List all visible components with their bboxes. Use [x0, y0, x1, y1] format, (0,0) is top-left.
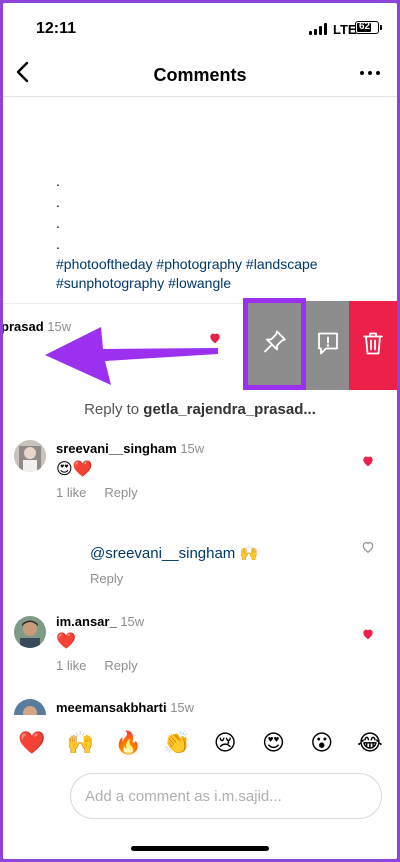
trash-icon — [360, 330, 386, 361]
like-count[interactable]: 1 like — [56, 658, 86, 673]
comment-text: 😍❤️ — [56, 461, 93, 478]
battery-level: 62 — [359, 21, 371, 32]
heart-outline-icon[interactable] — [361, 540, 375, 554]
emoji-clap[interactable]: 👏 — [160, 729, 194, 759]
comment-meta: 1 like Reply — [56, 485, 156, 500]
battery-icon: 62 — [355, 21, 382, 34]
comment-meta: Reply — [90, 571, 141, 586]
caption-dot: . — [56, 215, 60, 231]
more-horizontal-icon[interactable] — [357, 61, 383, 85]
emoji-fire[interactable]: 🔥 — [112, 729, 146, 759]
like-count[interactable]: 1 like — [56, 485, 86, 500]
avatar[interactable] — [14, 440, 46, 472]
report-comment-button[interactable] — [306, 301, 349, 390]
post-caption: . . . . #photooftheday #photography #lan… — [56, 171, 376, 293]
caption-dots: . . . . — [56, 171, 376, 255]
header: Comments — [3, 47, 397, 97]
avatar[interactable] — [14, 616, 46, 648]
swipe-arrow-icon — [45, 327, 218, 385]
pin-comment-button[interactable] — [243, 298, 306, 390]
emoji-heart[interactable]: ❤️ — [15, 729, 49, 759]
home-indicator — [131, 846, 269, 851]
caption-dot: . — [56, 194, 60, 210]
comment-username[interactable]: im.ansar_ 15w — [56, 614, 144, 629]
delete-comment-button[interactable] — [349, 301, 397, 390]
page-title: Comments — [153, 65, 247, 85]
heart-icon[interactable] — [361, 454, 375, 468]
comment-meta: 1 like Reply — [56, 658, 156, 673]
heart-icon[interactable] — [361, 627, 375, 641]
comment-time: 15w — [120, 614, 145, 629]
emoji-surprised[interactable]: 😮 — [305, 729, 339, 759]
report-icon — [315, 330, 341, 361]
reply-to-link[interactable]: Reply to getla_rajendra_prasad... — [3, 401, 397, 418]
mention-comment[interactable]: @sreevani__singham 🙌 — [90, 544, 258, 562]
emoji-heart-eyes[interactable]: 😍 — [256, 729, 290, 759]
hashtags-line[interactable]: #photooftheday #photography #landscape — [56, 255, 376, 274]
reply-button[interactable]: Reply — [90, 571, 123, 586]
comment-time: 15w — [170, 700, 195, 715]
comment-time: 15w — [180, 441, 205, 456]
comment-username[interactable]: sreevani__singham 15w — [56, 441, 204, 456]
hashtags-line[interactable]: #sunphotography #lowangle — [56, 274, 376, 293]
reply-to-username: getla_rajendra_prasad... — [143, 401, 316, 418]
emoji-laughing[interactable]: 😂 — [353, 729, 387, 759]
emoji-crying[interactable]: 😢 — [208, 729, 242, 759]
pin-icon — [262, 329, 288, 360]
comments-screen: 12:11 LTE 62 Comments . . . . #photoofth… — [3, 3, 397, 859]
status-time: 12:11 — [36, 20, 77, 37]
avatar[interactable] — [14, 699, 46, 715]
reply-button[interactable]: Reply — [104, 485, 137, 500]
caption-dot: . — [56, 236, 60, 252]
comment-username[interactable]: meemansakbharti 15w — [56, 700, 194, 715]
emoji-bar: ❤️ 🙌 🔥 👏 😢 😍 😮 😂 — [15, 729, 387, 759]
comment-text: ❤️ — [56, 633, 76, 650]
status-bar: 12:11 LTE 62 — [3, 3, 397, 47]
caption-dot: . — [56, 173, 60, 189]
reply-button[interactable]: Reply — [104, 658, 137, 673]
comment-input[interactable] — [70, 773, 382, 819]
signal-icon — [309, 23, 331, 35]
emoji-raised-hands[interactable]: 🙌 — [63, 729, 97, 759]
network-label: LTE — [333, 22, 357, 37]
